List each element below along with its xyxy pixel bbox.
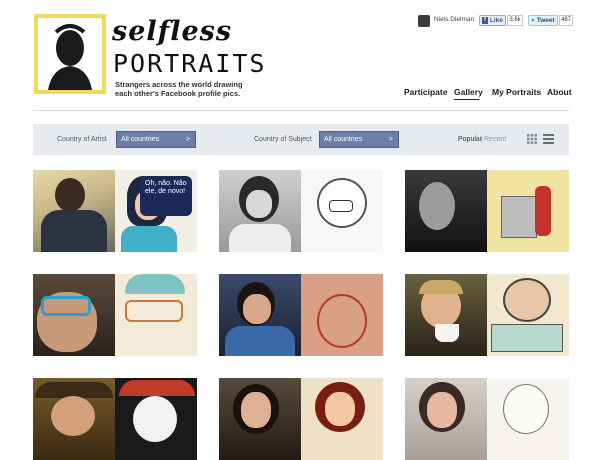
speech-bubble: Oh, não. Não ele, de novo!: [140, 176, 192, 216]
photo-thumbnail: [405, 170, 487, 252]
tweet-count: 487: [559, 15, 573, 26]
header-divider: [33, 110, 569, 111]
tweet-button[interactable]: ● Tweet: [528, 15, 558, 26]
drawing-thumbnail: [301, 170, 383, 252]
portrait-silhouette-icon: [48, 24, 92, 90]
gallery-item[interactable]: [219, 170, 383, 252]
drawing-thumbnail: [487, 378, 569, 460]
chevron-right-icon: >: [185, 136, 190, 143]
chevron-right-icon: >: [388, 136, 393, 143]
photo-thumbnail: [219, 170, 301, 252]
facebook-like-label: Like: [489, 17, 503, 25]
avatar[interactable]: [418, 15, 430, 27]
facebook-like-count: 3.6k: [507, 15, 523, 26]
facebook-like-button[interactable]: f Like: [479, 15, 506, 26]
drawing-thumbnail: [301, 378, 383, 460]
facebook-icon: f: [482, 17, 488, 24]
photo-thumbnail: [405, 378, 487, 460]
list-view-icon[interactable]: [543, 134, 554, 144]
user-name[interactable]: Niels Dielman: [434, 16, 474, 23]
logo-frame[interactable]: [34, 14, 106, 94]
country-of-subject-value: All countries: [324, 136, 363, 143]
photo-thumbnail: [33, 378, 115, 460]
tagline: Strangers across the world drawing each …: [115, 80, 243, 98]
gallery-item[interactable]: [33, 378, 197, 460]
tweet-label: Tweet: [536, 17, 555, 24]
grid-view-icon[interactable]: [527, 134, 537, 144]
photo-thumbnail: [405, 274, 487, 356]
gallery-item[interactable]: [405, 378, 569, 460]
logo-word-selfless[interactable]: selfless: [112, 16, 232, 47]
gallery-item[interactable]: [405, 274, 569, 356]
twitter-bird-icon: ●: [531, 17, 535, 24]
nav-about[interactable]: About: [547, 87, 572, 97]
logo-word-portraits[interactable]: PORTRAITS: [113, 49, 266, 78]
drawing-thumbnail: [115, 378, 197, 460]
sort-separator: |: [481, 136, 483, 143]
nav-participate[interactable]: Participate: [404, 87, 447, 97]
country-of-subject-label: Country of Subject: [254, 136, 312, 143]
country-of-artist-label: Country of Artist: [57, 136, 107, 143]
gallery-item[interactable]: [33, 274, 197, 356]
country-of-artist-select[interactable]: All countries >: [116, 131, 196, 148]
gallery-item[interactable]: [405, 170, 569, 252]
photo-thumbnail: [33, 170, 115, 252]
drawing-thumbnail: [115, 274, 197, 356]
nav-active-indicator: [454, 99, 479, 100]
nav-gallery[interactable]: Gallery: [454, 87, 483, 97]
gallery-item[interactable]: [219, 274, 383, 356]
photo-thumbnail: [219, 274, 301, 356]
gallery-item[interactable]: [219, 378, 383, 460]
nav-my-portraits[interactable]: My Portraits: [492, 87, 541, 97]
drawing-thumbnail: [487, 170, 569, 252]
sort-recent-link[interactable]: Recent: [484, 136, 506, 143]
drawing-thumbnail: [487, 274, 569, 356]
sort-popular-link[interactable]: Popular: [458, 136, 482, 143]
photo-thumbnail: [33, 274, 115, 356]
drawing-thumbnail: [301, 274, 383, 356]
country-of-subject-select[interactable]: All countries >: [319, 131, 399, 148]
country-of-artist-value: All countries: [121, 136, 160, 143]
photo-thumbnail: [219, 378, 301, 460]
